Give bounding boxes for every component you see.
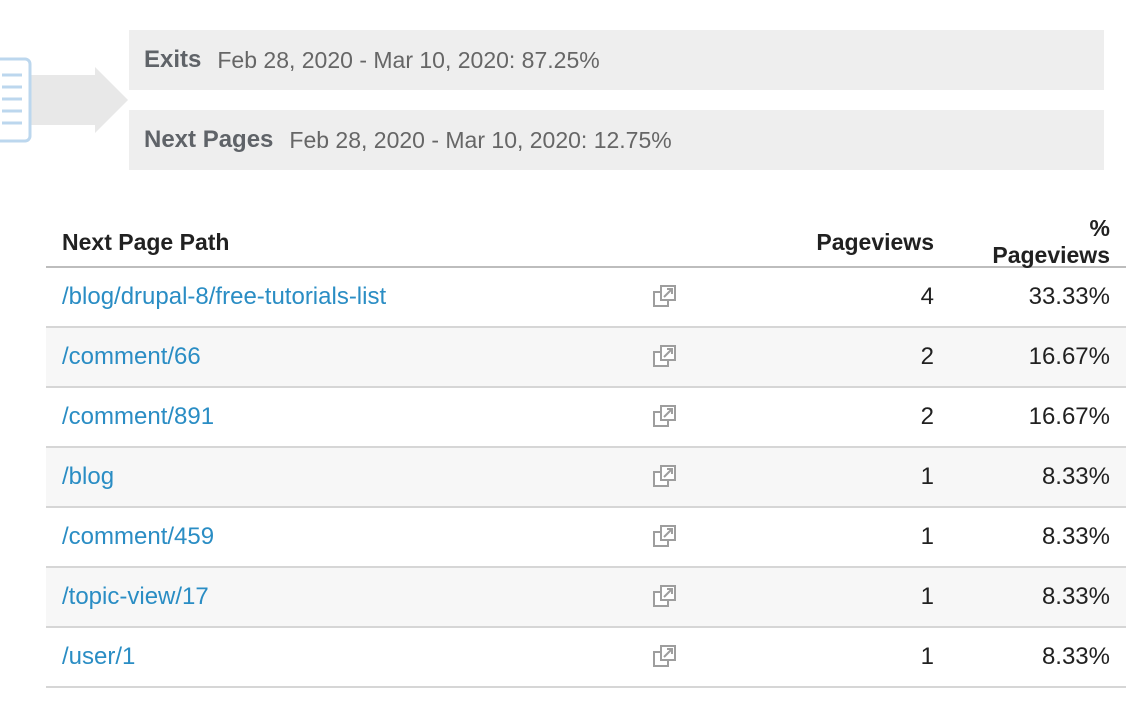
open-in-new-window-icon[interactable] — [652, 404, 678, 430]
table-row: /blog 1 8.33% — [46, 448, 1126, 508]
next-pages-table: Next Page Path Pageviews % Pageviews /bl… — [46, 215, 1126, 688]
next-pages-summary: Next Pages Feb 28, 2020 - Mar 10, 2020: … — [129, 110, 1104, 170]
page-icon — [0, 57, 32, 143]
row-path-link[interactable]: /comment/66 — [62, 343, 201, 370]
row-pageviews: 4 — [920, 283, 934, 310]
next-pages-value: Feb 28, 2020 - Mar 10, 2020: 12.75% — [289, 126, 672, 153]
row-pct-pageviews: 8.33% — [1041, 643, 1110, 670]
open-in-new-window-icon[interactable] — [652, 464, 678, 490]
row-path-link[interactable]: /comment/459 — [62, 523, 214, 550]
exits-title: Exits — [144, 46, 202, 73]
open-in-new-window-icon[interactable] — [652, 284, 678, 310]
table-row: /comment/459 1 8.33% — [46, 508, 1126, 568]
table-row: /blog/drupal-8/free-tutorials-list 4 33.… — [46, 268, 1126, 328]
row-path-link[interactable]: /comment/891 — [62, 403, 214, 430]
flow-graphic — [0, 45, 135, 155]
row-path-link[interactable]: /user/1 — [62, 643, 135, 670]
exits-value: Feb 28, 2020 - Mar 10, 2020: 87.25% — [217, 46, 600, 73]
row-pct-pageviews: 8.33% — [1041, 463, 1110, 490]
row-pageviews: 2 — [920, 343, 934, 370]
exits-summary: Exits Feb 28, 2020 - Mar 10, 2020: 87.25… — [129, 30, 1104, 90]
table-row: /comment/891 2 16.67% — [46, 388, 1126, 448]
row-pageviews: 1 — [920, 643, 934, 670]
table-row: /user/1 1 8.33% — [46, 628, 1126, 688]
next-pages-title: Next Pages — [144, 126, 274, 153]
row-pct-pageviews: 16.67% — [1028, 343, 1110, 370]
flow-arrow-icon — [30, 67, 128, 133]
row-path-link[interactable]: /blog — [62, 463, 114, 490]
row-pageviews: 2 — [920, 403, 934, 430]
open-in-new-window-icon[interactable] — [652, 644, 678, 670]
table-row: /topic-view/17 1 8.33% — [46, 568, 1126, 628]
table-row: /comment/66 2 16.67% — [46, 328, 1126, 388]
row-path-link[interactable]: /topic-view/17 — [62, 583, 209, 610]
row-path-link[interactable]: /blog/drupal-8/free-tutorials-list — [62, 283, 386, 310]
row-pct-pageviews: 8.33% — [1041, 583, 1110, 610]
row-pct-pageviews: 33.33% — [1028, 283, 1110, 310]
table-header: Next Page Path Pageviews % Pageviews — [46, 215, 1126, 269]
open-in-new-window-icon[interactable] — [652, 584, 678, 610]
row-pageviews: 1 — [920, 463, 934, 490]
header-pct-pageviews[interactable]: % Pageviews — [966, 215, 1126, 269]
row-pageviews: 1 — [920, 523, 934, 550]
row-pageviews: 1 — [920, 583, 934, 610]
open-in-new-window-icon[interactable] — [652, 344, 678, 370]
header-next-page-path[interactable]: Next Page Path — [46, 229, 616, 256]
row-pct-pageviews: 8.33% — [1041, 523, 1110, 550]
open-in-new-window-icon[interactable] — [652, 524, 678, 550]
header-pageviews[interactable]: Pageviews — [736, 229, 966, 256]
row-pct-pageviews: 16.67% — [1028, 403, 1110, 430]
